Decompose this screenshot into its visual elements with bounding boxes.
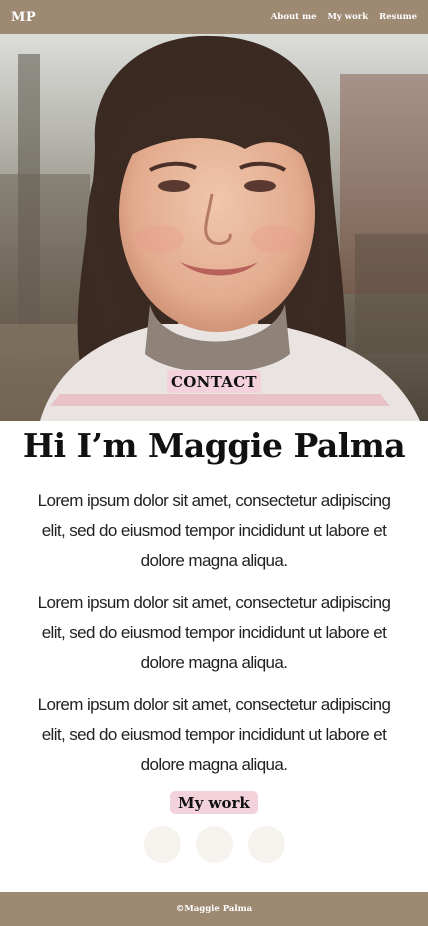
navbar: MP About me My work Resume (0, 0, 428, 34)
intro-paragraph-1: Lorem ipsum dolor sit amet, consectetur … (37, 491, 391, 570)
intro-paragraph-3: Lorem ipsum dolor sit amet, consectetur … (37, 695, 391, 774)
nav-link-resume[interactable]: Resume (379, 12, 417, 22)
nav-link-about-me[interactable]: About me (271, 12, 317, 22)
intro-paragraph-2: Lorem ipsum dolor sit amet, consectetur … (37, 593, 391, 672)
footer: ©Maggie Palma (0, 892, 428, 926)
nav-link-my-work[interactable]: My work (327, 12, 368, 22)
footer-copyright: ©Maggie Palma (175, 904, 253, 914)
site-logo[interactable]: MP (11, 10, 36, 25)
social-icon-3[interactable] (248, 826, 285, 863)
hero-section: CONTACT (0, 34, 428, 421)
social-icon-2[interactable] (196, 826, 233, 863)
page-title: Hi I’m Maggie Palma (22, 426, 406, 465)
nav-links: About me My work Resume (271, 12, 417, 22)
social-icon-1[interactable] (144, 826, 181, 863)
my-work-button[interactable]: My work (170, 791, 258, 814)
portrait-photo (0, 34, 428, 421)
contact-button[interactable]: CONTACT (167, 370, 261, 393)
social-links (144, 826, 285, 863)
